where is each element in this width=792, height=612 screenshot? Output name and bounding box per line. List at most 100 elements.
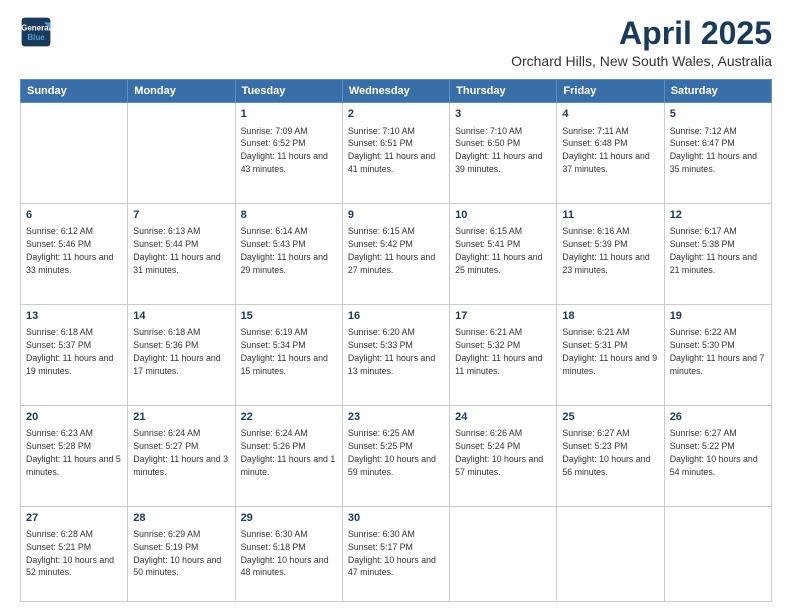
cell-info: Sunrise: 6:18 AM Sunset: 5:36 PM Dayligh… (133, 326, 229, 377)
day-number: 29 (241, 511, 337, 526)
table-row: 23 Sunrise: 6:25 AM Sunset: 5:25 PM Dayli… (342, 405, 449, 506)
day-number: 7 (133, 208, 229, 223)
table-row: 21 Sunrise: 6:24 AM Sunset: 5:27 PM Dayli… (128, 405, 235, 506)
day-number: 18 (562, 309, 658, 324)
table-row: 5 Sunrise: 7:12 AM Sunset: 6:47 PM Daylig… (664, 103, 771, 204)
day-number: 28 (133, 511, 229, 526)
cell-info: Sunrise: 6:28 AM Sunset: 5:21 PM Dayligh… (26, 528, 122, 579)
day-number: 1 (241, 107, 337, 122)
day-number: 4 (562, 107, 658, 122)
logo-icon: General Blue (20, 16, 52, 48)
col-monday: Monday (128, 80, 235, 103)
title-block: April 2025 Orchard Hills, New South Wale… (511, 16, 772, 69)
table-row: 28Sunrise: 6:29 AM Sunset: 5:19 PM Dayli… (128, 506, 235, 601)
cell-info: Sunrise: 6:15 AM Sunset: 5:42 PM Dayligh… (348, 225, 444, 276)
table-row: 11 Sunrise: 6:16 AM Sunset: 5:39 PM Dayli… (557, 204, 664, 305)
table-row: 24Sunrise: 6:26 AM Sunset: 5:24 PM Dayli… (450, 405, 557, 506)
table-row: 27 Sunrise: 6:28 AM Sunset: 5:21 PM Dayli… (21, 506, 128, 601)
cell-info: Sunrise: 6:26 AM Sunset: 5:24 PM Dayligh… (455, 427, 551, 478)
col-wednesday: Wednesday (342, 80, 449, 103)
header: General Blue April 2025 Orchard Hills, N… (20, 16, 772, 69)
day-number: 3 (455, 107, 551, 122)
svg-text:Blue: Blue (27, 33, 45, 42)
cell-info: Sunrise: 7:11 AM Sunset: 6:48 PM Dayligh… (562, 125, 658, 176)
table-row: 2Sunrise: 7:10 AM Sunset: 6:51 PM Daylig… (342, 103, 449, 204)
cell-info: Sunrise: 7:10 AM Sunset: 6:51 PM Dayligh… (348, 125, 444, 176)
cell-info: Sunrise: 6:18 AM Sunset: 5:37 PM Dayligh… (26, 326, 122, 377)
day-number: 13 (26, 309, 122, 324)
cell-info: Sunrise: 6:27 AM Sunset: 5:22 PM Dayligh… (670, 427, 766, 478)
cell-info: Sunrise: 7:09 AM Sunset: 6:52 PM Dayligh… (241, 125, 337, 176)
table-row: 9 Sunrise: 6:15 AM Sunset: 5:42 PM Daylig… (342, 204, 449, 305)
cell-info: Sunrise: 6:12 AM Sunset: 5:46 PM Dayligh… (26, 225, 122, 276)
day-number: 16 (348, 309, 444, 324)
day-number: 6 (26, 208, 122, 223)
table-row: 16 Sunrise: 6:20 AM Sunset: 5:33 PM Dayli… (342, 304, 449, 405)
header-row: Sunday Monday Tuesday Wednesday Thursday… (21, 80, 772, 103)
col-tuesday: Tuesday (235, 80, 342, 103)
day-number: 10 (455, 208, 551, 223)
table-row: 25 Sunrise: 6:27 AM Sunset: 5:23 PM Dayli… (557, 405, 664, 506)
col-saturday: Saturday (664, 80, 771, 103)
calendar-week-2: 6 Sunrise: 6:12 AM Sunset: 5:46 PM Daylig… (21, 204, 772, 305)
table-row: 19 Sunrise: 6:22 AM Sunset: 5:30 PM Dayli… (664, 304, 771, 405)
table-row: 7 Sunrise: 6:13 AM Sunset: 5:44 PM Daylig… (128, 204, 235, 305)
day-number: 11 (562, 208, 658, 223)
table-row (557, 506, 664, 601)
table-row (450, 506, 557, 601)
day-number: 26 (670, 410, 766, 425)
day-number: 30 (348, 511, 444, 526)
calendar-week-4: 20Sunrise: 6:23 AM Sunset: 5:28 PM Dayli… (21, 405, 772, 506)
table-row: 14 Sunrise: 6:18 AM Sunset: 5:36 PM Dayli… (128, 304, 235, 405)
cell-info: Sunrise: 6:30 AM Sunset: 5:17 PM Dayligh… (348, 528, 444, 579)
cell-info: Sunrise: 6:24 AM Sunset: 5:26 PM Dayligh… (241, 427, 337, 478)
day-number: 23 (348, 410, 444, 425)
day-number: 21 (133, 410, 229, 425)
table-row: 26 Sunrise: 6:27 AM Sunset: 5:22 PM Dayli… (664, 405, 771, 506)
cell-info: Sunrise: 6:25 AM Sunset: 5:25 PM Dayligh… (348, 427, 444, 478)
calendar-week-5: 27 Sunrise: 6:28 AM Sunset: 5:21 PM Dayli… (21, 506, 772, 601)
day-number: 25 (562, 410, 658, 425)
col-friday: Friday (557, 80, 664, 103)
logo: General Blue (20, 16, 52, 48)
table-row: 29Sunrise: 6:30 AM Sunset: 5:18 PM Dayli… (235, 506, 342, 601)
day-number: 15 (241, 309, 337, 324)
table-row: 18Sunrise: 6:21 AM Sunset: 5:31 PM Dayli… (557, 304, 664, 405)
cell-info: Sunrise: 6:14 AM Sunset: 5:43 PM Dayligh… (241, 225, 337, 276)
table-row (21, 103, 128, 204)
cell-info: Sunrise: 7:12 AM Sunset: 6:47 PM Dayligh… (670, 125, 766, 176)
table-row: 10 Sunrise: 6:15 AM Sunset: 5:41 PM Dayli… (450, 204, 557, 305)
page: General Blue April 2025 Orchard Hills, N… (0, 0, 792, 612)
day-number: 14 (133, 309, 229, 324)
table-row: 20Sunrise: 6:23 AM Sunset: 5:28 PM Dayli… (21, 405, 128, 506)
table-row: 8Sunrise: 6:14 AM Sunset: 5:43 PM Daylig… (235, 204, 342, 305)
cell-info: Sunrise: 6:16 AM Sunset: 5:39 PM Dayligh… (562, 225, 658, 276)
cell-info: Sunrise: 7:10 AM Sunset: 6:50 PM Dayligh… (455, 125, 551, 176)
col-thursday: Thursday (450, 80, 557, 103)
table-row: 3 Sunrise: 7:10 AM Sunset: 6:50 PM Daylig… (450, 103, 557, 204)
table-row (128, 103, 235, 204)
table-row: 30 Sunrise: 6:30 AM Sunset: 5:17 PM Dayli… (342, 506, 449, 601)
table-row: 17Sunrise: 6:21 AM Sunset: 5:32 PM Dayli… (450, 304, 557, 405)
cell-info: Sunrise: 6:20 AM Sunset: 5:33 PM Dayligh… (348, 326, 444, 377)
cell-info: Sunrise: 6:13 AM Sunset: 5:44 PM Dayligh… (133, 225, 229, 276)
calendar-week-3: 13 Sunrise: 6:18 AM Sunset: 5:37 PM Dayli… (21, 304, 772, 405)
day-number: 9 (348, 208, 444, 223)
calendar-table: Sunday Monday Tuesday Wednesday Thursday… (20, 79, 772, 602)
table-row: 12Sunrise: 6:17 AM Sunset: 5:38 PM Dayli… (664, 204, 771, 305)
day-number: 27 (26, 511, 122, 526)
cell-info: Sunrise: 6:22 AM Sunset: 5:30 PM Dayligh… (670, 326, 766, 377)
table-row: 6 Sunrise: 6:12 AM Sunset: 5:46 PM Daylig… (21, 204, 128, 305)
table-row (664, 506, 771, 601)
cell-info: Sunrise: 6:27 AM Sunset: 5:23 PM Dayligh… (562, 427, 658, 478)
day-number: 22 (241, 410, 337, 425)
cell-info: Sunrise: 6:24 AM Sunset: 5:27 PM Dayligh… (133, 427, 229, 478)
table-row: 13 Sunrise: 6:18 AM Sunset: 5:37 PM Dayli… (21, 304, 128, 405)
cell-info: Sunrise: 6:17 AM Sunset: 5:38 PM Dayligh… (670, 225, 766, 276)
month-title: April 2025 (511, 16, 772, 51)
day-number: 20 (26, 410, 122, 425)
table-row: 4 Sunrise: 7:11 AM Sunset: 6:48 PM Daylig… (557, 103, 664, 204)
cell-info: Sunrise: 6:15 AM Sunset: 5:41 PM Dayligh… (455, 225, 551, 276)
day-number: 19 (670, 309, 766, 324)
day-number: 5 (670, 107, 766, 122)
